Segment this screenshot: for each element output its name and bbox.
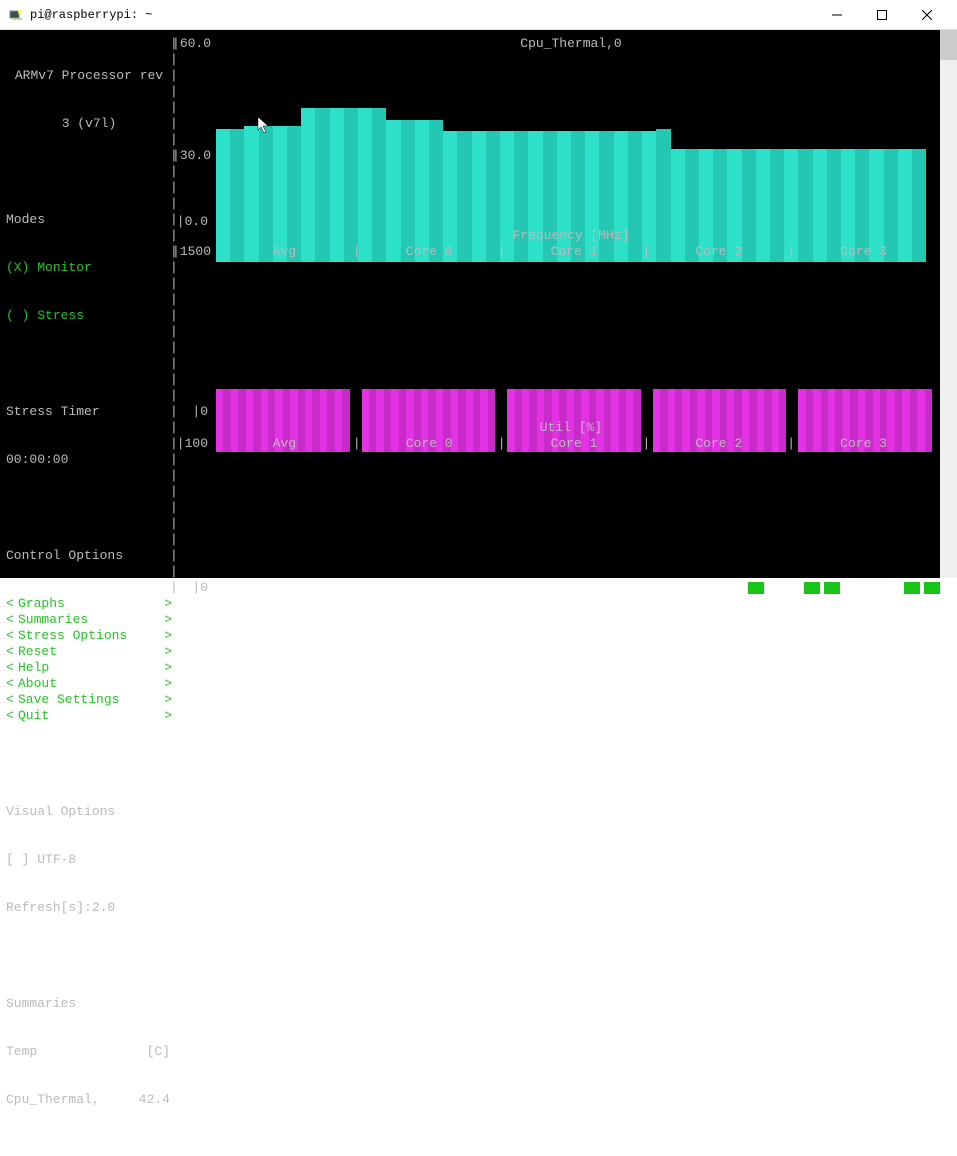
control-option-quit[interactable]: <Quit> — [6, 708, 172, 724]
minimize-button[interactable] — [814, 1, 859, 29]
control-option-graphs[interactable]: <Graphs> — [6, 596, 172, 612]
summaries-heading: Summaries — [6, 996, 172, 1012]
y-axis-column: |60.0 |30.0 |0.0 |1500 |0 |100 |0 — [172, 30, 212, 174]
stress-timer-heading: Stress Timer — [6, 404, 172, 420]
visual-utf8[interactable]: [ ] UTF-8 — [6, 852, 172, 868]
frequency-labels: Avg| Core 0| Core 1| Core 2| Core 3 — [216, 244, 932, 260]
control-option-reset[interactable]: <Reset> — [6, 644, 172, 660]
cpu-model-line2: 3 (v7l) — [6, 116, 172, 132]
control-option-stress-options[interactable]: <Stress Options> — [6, 628, 172, 644]
control-options-heading: Control Options — [6, 548, 172, 564]
cpu-model-line1: ARMv7 Processor rev — [6, 68, 172, 84]
cursor-icon — [226, 100, 271, 155]
terminal-viewport[interactable]: ARMv7 Processor rev 3 (v7l) Modes (X) Mo… — [0, 30, 940, 578]
modes-heading: Modes — [6, 212, 172, 228]
control-option-summaries[interactable]: <Summaries> — [6, 612, 172, 628]
mode-stress[interactable]: ( ) Stress — [6, 308, 172, 324]
control-option-save-settings[interactable]: <Save Settings> — [6, 692, 172, 708]
putty-icon — [8, 7, 24, 23]
util-activity-blocks — [748, 582, 944, 594]
scrollbar[interactable] — [940, 30, 957, 578]
mode-monitor[interactable]: (X) Monitor — [6, 260, 172, 276]
window-titlebar: pi@raspberrypi: ~ — [0, 0, 957, 30]
maximize-button[interactable] — [859, 1, 904, 29]
thermal-chart — [216, 52, 926, 230]
scrollbar-thumb[interactable] — [940, 30, 957, 60]
close-button[interactable] — [904, 1, 949, 29]
visual-options-heading: Visual Options — [6, 804, 172, 820]
summary-temp-row: Cpu_Thermal,42.4 — [6, 1092, 172, 1108]
control-option-about[interactable]: <About> — [6, 676, 172, 692]
frequency-chart — [216, 262, 932, 420]
summary-temp-label: Temp — [6, 1044, 132, 1060]
frequency-chart-title: Frequency [MHz] — [216, 228, 926, 244]
util-labels: Avg| Core 0| Core 1| Core 2| Core 3 — [216, 436, 932, 452]
summary-temp-unit: [C] — [132, 1044, 172, 1060]
util-chart-title: Util [%] — [216, 420, 926, 436]
control-option-help[interactable]: <Help> — [6, 660, 172, 676]
sidebar: ARMv7 Processor rev 3 (v7l) Modes (X) Mo… — [0, 30, 172, 1156]
window-title: pi@raspberrypi: ~ — [30, 8, 814, 22]
thermal-chart-title: Cpu_Thermal,0 — [216, 36, 926, 52]
visual-refresh: Refresh[s]:2.0 — [6, 900, 172, 916]
stress-timer-value: 00:00:00 — [6, 452, 172, 468]
